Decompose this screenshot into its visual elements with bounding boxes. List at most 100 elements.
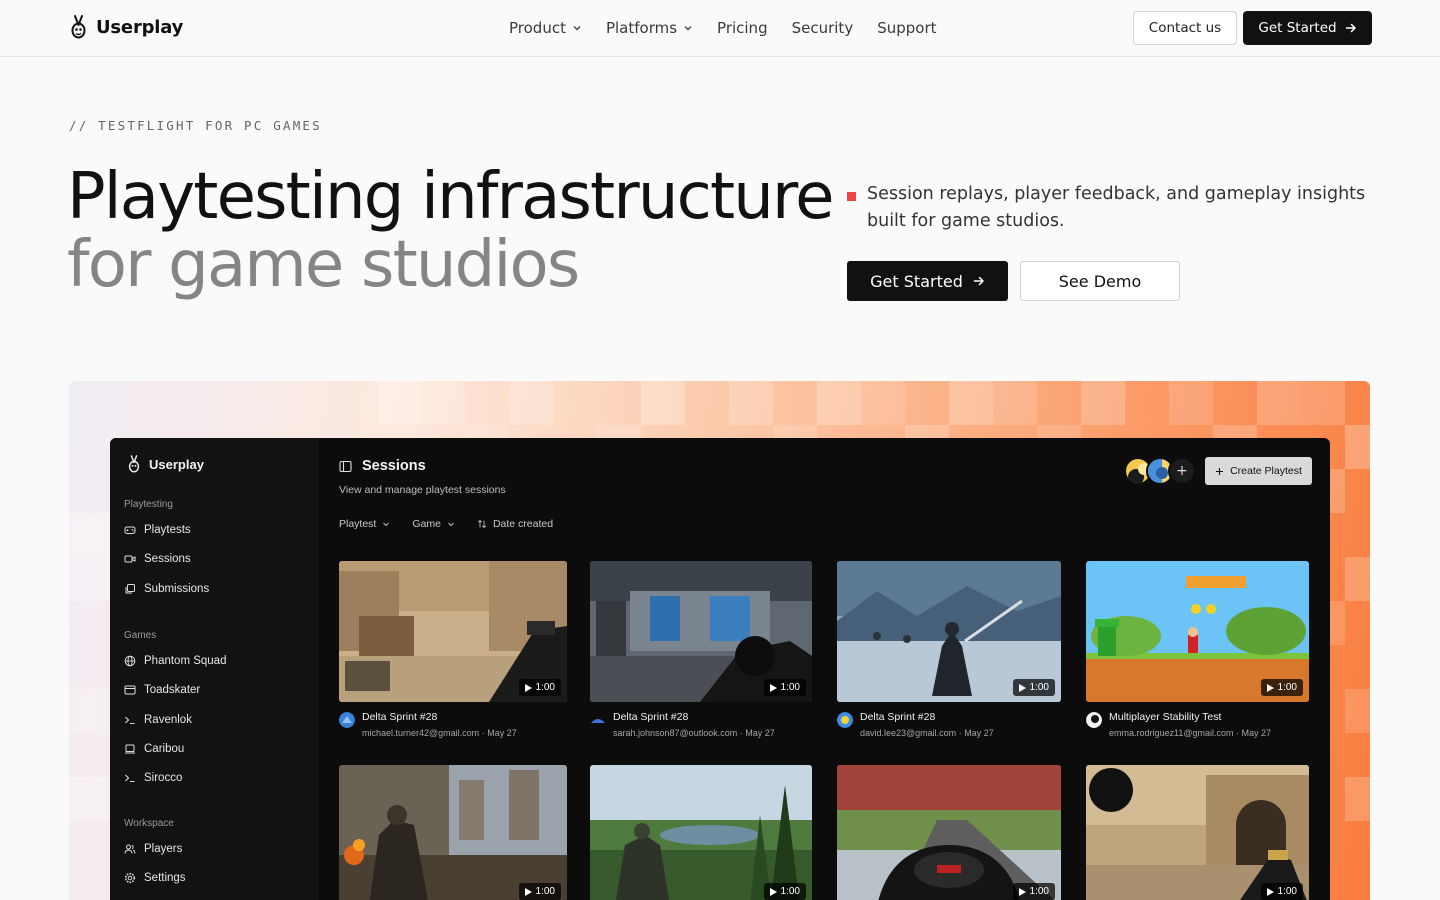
play-icon — [524, 683, 532, 692]
player-avatar — [1086, 712, 1102, 728]
chevron-down-icon — [448, 522, 454, 527]
sidebar-item-label: Settings — [144, 872, 186, 884]
session-thumbnail[interactable]: 1:00 — [339, 561, 567, 702]
nav-platforms-label: Platforms — [605, 19, 678, 37]
sidebar-item-settings[interactable]: Settings — [124, 872, 186, 884]
session-card[interactable]: 1:00 — [1086, 765, 1309, 900]
app-brand-name: Userplay — [149, 456, 204, 472]
sidebar-item-playtests[interactable]: Playtests — [124, 524, 191, 536]
sidebar-item-phantom-squad[interactable]: Phantom Squad — [124, 655, 226, 667]
sidebar-item-players[interactable]: Players — [124, 843, 182, 855]
session-thumbnail[interactable]: 1:00 — [1086, 765, 1309, 900]
sort-date-created[interactable]: Date created — [477, 518, 553, 530]
player-avatar — [339, 712, 355, 728]
session-title[interactable]: Delta Sprint #28 — [613, 711, 775, 724]
nav-platforms[interactable]: Platforms — [606, 19, 693, 37]
chevron-down-icon — [383, 522, 390, 527]
player-email: sarah.johnson87@outlook.com — [613, 728, 738, 738]
duration-label: 1:00 — [535, 886, 555, 897]
nav-product[interactable]: Product — [509, 19, 582, 37]
session-title[interactable]: Delta Sprint #28 — [860, 711, 994, 724]
session-card[interactable]: 1:00 Delta Sprint #28 sarah.johnson87@outl… — [590, 561, 812, 738]
hero-get-started-label: Get Started — [870, 271, 963, 291]
arrow-right-icon — [1345, 23, 1356, 33]
session-card[interactable]: 1:00 — [339, 765, 567, 900]
sidebar-item-ravenlok[interactable]: Ravenlok — [124, 714, 192, 726]
session-thumbnail[interactable]: 1:00 — [837, 561, 1061, 702]
session-card[interactable]: 1:00 Delta Sprint #28 david.lee23@gmail.co… — [837, 561, 1061, 738]
accent-square-icon — [847, 192, 856, 201]
duration-label: 1:00 — [780, 886, 800, 897]
see-demo-button[interactable]: See Demo — [1020, 261, 1180, 301]
duration-label: 1:00 — [1029, 682, 1049, 693]
sidebar-item-caribou[interactable]: Caribou — [124, 743, 184, 755]
pixel-tile — [861, 381, 905, 425]
play-icon — [769, 887, 777, 896]
page-subtitle: View and manage playtest sessions — [339, 484, 506, 496]
contact-us-button[interactable]: Contact us — [1133, 11, 1237, 45]
window-icon — [124, 685, 136, 695]
separator-dot: · — [956, 728, 965, 738]
sidebar-item-toadskater[interactable]: Toadskater — [124, 684, 200, 696]
pixel-tile — [949, 381, 993, 425]
collaborator-avatars[interactable]: + — [1124, 457, 1196, 485]
sidebar-item-submissions[interactable]: Submissions — [124, 583, 209, 595]
player-avatar — [590, 712, 606, 728]
session-card[interactable]: 1:00 — [590, 765, 812, 900]
pixel-tile — [421, 381, 465, 425]
session-title[interactable]: Multiplayer Stability Test — [1109, 711, 1271, 724]
duration-badge: 1:00 — [518, 679, 561, 696]
brand-logo[interactable]: Userplay — [69, 14, 183, 40]
session-thumbnail[interactable]: 1:00 — [339, 765, 567, 900]
session-thumbnail[interactable]: 1:00 — [590, 561, 812, 702]
pixel-tile — [817, 381, 861, 425]
hero-eyebrow: // TESTFLIGHT FOR PC GAMES — [69, 118, 322, 133]
pixel-tile — [377, 381, 421, 425]
sidebar-item-label: Phantom Squad — [144, 655, 227, 667]
sidebar-item-label: Playtests — [144, 524, 191, 536]
filter-playtest[interactable]: Playtest — [339, 518, 390, 530]
duration-label: 1:00 — [780, 682, 800, 693]
nav-security[interactable]: Security — [792, 19, 854, 37]
pixel-tile — [641, 381, 685, 425]
sessions-panel: Sessions View and manage playtest sessio… — [319, 438, 1330, 900]
nav-product-label: Product — [509, 19, 566, 37]
brand-name: Userplay — [96, 16, 184, 38]
nav-links: Product Platforms Pricing Security Suppo… — [509, 0, 961, 56]
add-collaborator-icon[interactable]: + — [1168, 457, 1196, 485]
duration-badge: 1:00 — [763, 679, 806, 696]
page-title: Sessions — [362, 458, 426, 474]
session-thumbnail[interactable]: 1:00 — [590, 765, 812, 900]
session-title[interactable]: Delta Sprint #28 — [362, 711, 517, 724]
session-card[interactable]: 1:00 Multiplayer Stability Test emma.rodri… — [1086, 561, 1309, 738]
nav-support[interactable]: Support — [877, 19, 936, 37]
session-thumbnail[interactable]: 1:00 — [1086, 561, 1309, 702]
sidebar-item-label: Sessions — [144, 553, 191, 565]
sidebar-item-sirocco[interactable]: Sirocco — [124, 772, 182, 784]
duration-badge: 1:00 — [1260, 679, 1303, 696]
pixel-tile — [69, 777, 113, 821]
session-thumbnail[interactable]: 1:00 — [837, 765, 1061, 900]
app-brand[interactable]: Userplay — [127, 454, 204, 474]
sidebar-item-sessions[interactable]: Sessions — [124, 553, 191, 565]
hero-get-started-button[interactable]: Get Started — [847, 261, 1008, 301]
pixel-tile — [1257, 381, 1301, 425]
chevron-down-icon — [573, 26, 581, 31]
filter-game[interactable]: Game — [412, 518, 455, 530]
session-card[interactable]: 1:00 — [837, 765, 1061, 900]
create-playtest-button[interactable]: Create Playtest — [1205, 457, 1312, 485]
nav-get-started-button[interactable]: Get Started — [1243, 11, 1372, 45]
gameplay-preview — [339, 765, 567, 900]
duration-label: 1:00 — [1277, 886, 1297, 897]
session-card[interactable]: 1:00 Delta Sprint #28 michael.turner42@gma… — [339, 561, 567, 738]
session-subline: sarah.johnson87@outlook.com · May 27 — [613, 727, 775, 740]
session-subline: emma.rodriguez11@gmail.com · May 27 — [1109, 727, 1271, 740]
session-date: May 27 — [1241, 728, 1272, 738]
duration-label: 1:00 — [535, 682, 555, 693]
play-icon — [1018, 683, 1026, 692]
sidebar-toggle-icon[interactable] — [339, 460, 352, 473]
hero-headline-secondary: for game studios — [67, 228, 580, 302]
nav-pricing[interactable]: Pricing — [717, 19, 768, 37]
play-icon — [769, 683, 777, 692]
sidebar-section-playtesting: Playtesting — [124, 499, 173, 510]
